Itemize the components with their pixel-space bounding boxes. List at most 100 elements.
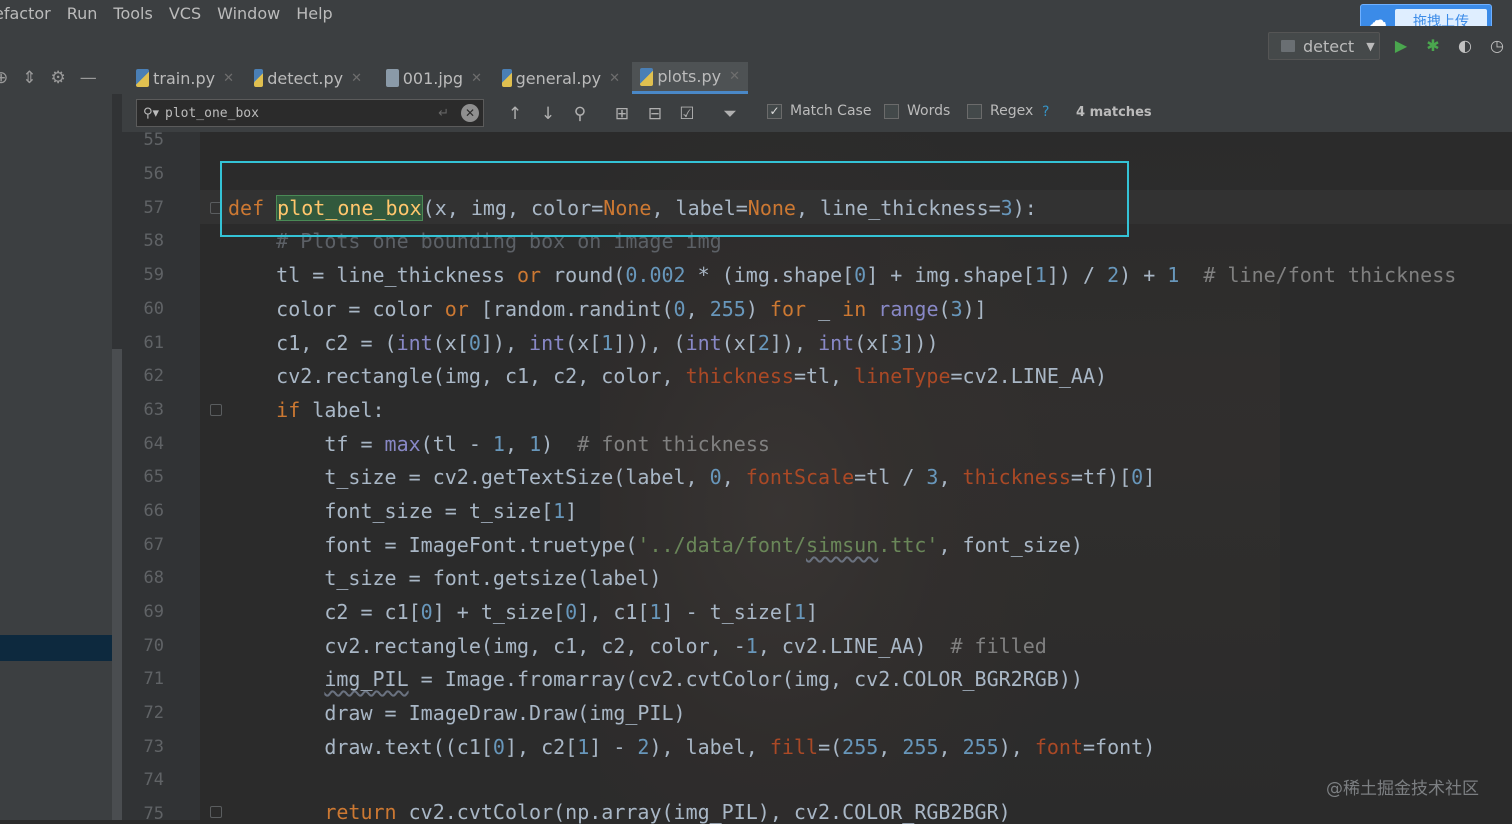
regex-checkbox[interactable]: Regex [967, 103, 1033, 119]
code-token: 0.002 [625, 263, 686, 287]
code-token: ] [1143, 465, 1156, 489]
close-icon[interactable]: ✕ [471, 71, 482, 86]
code-token: [random.randint( [468, 297, 674, 321]
code-line-68[interactable]: t_size = font.getsize(label) [228, 566, 661, 590]
code-token: 1 [649, 600, 662, 624]
code-line-65[interactable]: t_size = cv2.getTextSize(label, 0, fontS… [228, 465, 1155, 489]
code-token: 3 [926, 465, 939, 489]
hide-icon[interactable]: — [80, 68, 97, 88]
locate-icon[interactable]: ⊕ [0, 68, 8, 88]
tab-001-jpg[interactable]: 001.jpg ✕ [378, 62, 490, 94]
match-case-checkbox[interactable]: ✓ Match Case [767, 103, 871, 119]
line-number: 64 [143, 434, 164, 454]
code-token: ) [745, 297, 770, 321]
close-icon[interactable]: ✕ [609, 71, 620, 86]
fold-marker-icon[interactable] [210, 806, 222, 818]
line-number: 62 [143, 366, 164, 386]
remove-selection-icon[interactable]: ⊟ [643, 102, 667, 126]
selected-tree-row[interactable] [0, 635, 112, 661]
code-token: , cv2.LINE_AA) [757, 634, 927, 658]
code-token: t_size = cv2.getTextSize(label, [228, 465, 710, 489]
menu-refactor[interactable]: efactor [0, 4, 51, 23]
words-checkbox[interactable]: Words [884, 103, 950, 119]
code-token: 1 [1034, 263, 1047, 287]
checkbox-icon [884, 103, 899, 119]
tab-plots-py[interactable]: plots.py ✕ [632, 62, 748, 94]
code-token: ])), ( [613, 331, 686, 355]
code-line-71[interactable]: img_PIL = Image.fromarray(cv2.cvtColor(i… [228, 667, 1083, 691]
code-line-62[interactable]: cv2.rectangle(img, c1, c2, color, thickn… [228, 364, 1107, 388]
code-line-60[interactable]: color = color or [random.randint(0, 255)… [228, 297, 987, 321]
new-line-icon[interactable]: ↵ [438, 106, 449, 121]
code-token: int [396, 331, 433, 355]
code-token: ])) [902, 331, 939, 355]
code-token: ), [998, 735, 1035, 759]
gear-icon[interactable]: ⚙ [51, 68, 66, 88]
checkbox-checked-icon: ✓ [767, 103, 782, 119]
run-configuration-select[interactable]: detect ▼ [1268, 32, 1380, 60]
code-line-61[interactable]: c1, c2 = (int(x[0]), int(x[1])), (int(x[… [228, 331, 938, 355]
tab-label: plots.py [657, 67, 722, 86]
code-token: ] - t_size[ [661, 600, 794, 624]
code-token: ] [806, 600, 819, 624]
code-line-59[interactable]: tl = line_thickness or round(0.002 * (im… [228, 263, 1456, 287]
code-line-73[interactable]: draw.text((c1[0], c2[1] - 2), label, fil… [228, 735, 1155, 759]
collapse-all-icon[interactable]: ⇕ [22, 68, 36, 88]
menu-vcs[interactable]: VCS [169, 4, 201, 23]
image-file-icon [386, 69, 399, 87]
search-icon[interactable]: ⚲▾ [137, 106, 165, 121]
code-token: , [878, 735, 903, 759]
code-token: = Image.fromarray(cv2.cvtColor(img, cv2.… [408, 667, 1083, 691]
line-number: 61 [143, 333, 164, 353]
menu-run[interactable]: Run [67, 4, 98, 23]
code-comment: # line/font thickness [1179, 263, 1457, 287]
code-line-64[interactable]: tf = max(tl - 1, 1) # font thickness [228, 432, 770, 456]
clear-icon[interactable]: ✕ [461, 104, 479, 122]
code-token: fill [769, 735, 819, 759]
code-token: 3 [950, 297, 963, 321]
code-line-75[interactable]: return cv2.cvtColor(np.array(img_PIL), c… [228, 800, 1010, 824]
search-input[interactable]: ⚲▾ plot_one_box ↵ ✕ [136, 99, 484, 127]
profile-icon[interactable]: ◷ [1486, 34, 1508, 56]
regex-help-link[interactable]: ? [1042, 104, 1049, 120]
python-config-icon [1281, 40, 1295, 52]
code-token: 0 [420, 600, 433, 624]
fold-marker-icon[interactable] [210, 404, 222, 416]
code-token: fontScale [745, 465, 855, 489]
code-token: or [444, 297, 469, 321]
close-icon[interactable]: ✕ [729, 69, 740, 84]
code-token: 0 [492, 735, 505, 759]
next-occurrence-icon[interactable]: ↓ [536, 102, 560, 126]
run-icon[interactable]: ▶ [1390, 34, 1412, 56]
tab-general-py[interactable]: general.py ✕ [494, 62, 628, 94]
tab-train-py[interactable]: train.py ✕ [128, 62, 242, 94]
menu-help[interactable]: Help [296, 4, 332, 23]
close-icon[interactable]: ✕ [351, 71, 362, 86]
code-token: int [529, 331, 566, 355]
code-line-69[interactable]: c2 = c1[0] + t_size[0], c1[1] - t_size[1… [228, 600, 818, 624]
code-line-67[interactable]: font = ImageFont.truetype('../data/font/… [228, 533, 1083, 557]
tab-detect-py[interactable]: detect.py ✕ [246, 62, 370, 94]
code-line-70[interactable]: cv2.rectangle(img, c1, c2, color, -1, cv… [228, 634, 1046, 658]
add-selection-icon[interactable]: ⊞ [610, 102, 634, 126]
line-number: 65 [143, 467, 164, 487]
previous-occurrence-icon[interactable]: ↑ [503, 102, 527, 126]
code-token: =font) [1083, 735, 1156, 759]
code-line-66[interactable]: font_size = t_size[1] [228, 499, 577, 523]
code-line-72[interactable]: draw = ImageDraw.Draw(img_PIL) [228, 701, 685, 725]
coverage-icon[interactable]: ◐ [1454, 34, 1476, 56]
debug-icon[interactable]: ✱ [1422, 34, 1444, 56]
project-scrollbar-thumb[interactable] [112, 349, 122, 820]
close-icon[interactable]: ✕ [223, 71, 234, 86]
menu-tools[interactable]: Tools [113, 4, 152, 23]
tab-label: 001.jpg [402, 68, 464, 88]
search-query[interactable]: plot_one_box [165, 106, 438, 121]
find-all-icon[interactable]: ⚲ [568, 102, 592, 126]
filter-icon[interactable]: ⏷ [718, 102, 742, 126]
menu-window[interactable]: Window [217, 4, 280, 23]
code-token: =tl, [793, 364, 855, 388]
code-line-63[interactable]: if label: [228, 398, 384, 422]
select-all-occurrences-icon[interactable]: ☑ [675, 102, 699, 126]
line-number: 66 [143, 501, 164, 521]
